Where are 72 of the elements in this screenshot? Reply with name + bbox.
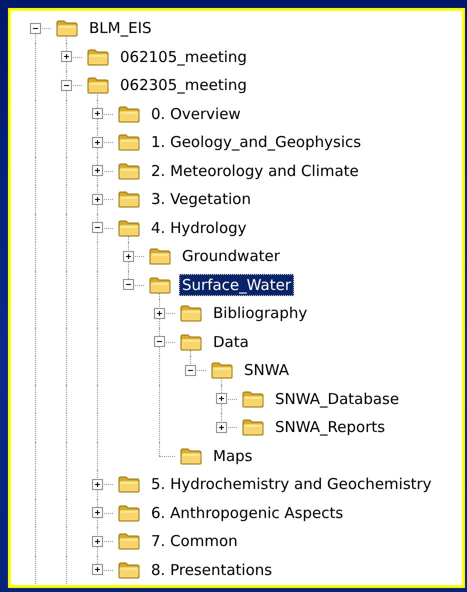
expand-toggle[interactable]	[92, 564, 103, 576]
expand-toggle[interactable]	[92, 536, 103, 547]
folder-icon	[87, 48, 109, 66]
tree-item[interactable]: 6. Anthropogenic Aspects	[148, 502, 346, 524]
plus-icon	[62, 52, 71, 62]
folder-icon	[118, 218, 140, 237]
expand-toggle[interactable]	[92, 507, 103, 518]
folder-icon	[118, 190, 140, 208]
tree-item[interactable]: Groundwater	[179, 245, 283, 268]
folder-icon	[211, 361, 233, 380]
tree-item[interactable]: Maps	[210, 444, 256, 467]
expand-toggle[interactable]	[92, 136, 103, 148]
folder-icon	[118, 560, 140, 579]
plus-icon	[217, 422, 226, 432]
tree-item[interactable]: SNWA	[241, 359, 292, 382]
folder-icon	[180, 446, 202, 465]
tree-item[interactable]: SNWA_Reports	[272, 416, 388, 438]
tree-item[interactable]: Surface_Water	[179, 274, 294, 296]
folder-icon	[242, 390, 264, 408]
expand-toggle[interactable]	[216, 393, 227, 404]
tree-item[interactable]: 3. Vegetation	[148, 188, 254, 210]
folder-icon	[118, 162, 140, 180]
plus-icon	[93, 194, 102, 204]
expand-toggle[interactable]	[61, 80, 72, 91]
tree-item[interactable]: 1. Geology_and_Geophysics	[148, 131, 364, 154]
tree-item[interactable]: 062305_meeting	[117, 74, 250, 96]
folder-icon	[56, 19, 78, 38]
tree-item[interactable]: 8. Presentations	[148, 558, 276, 581]
expand-toggle[interactable]	[154, 336, 165, 348]
folder-icon	[242, 418, 264, 436]
folder-icon	[118, 475, 140, 494]
expand-toggle[interactable]	[92, 478, 103, 490]
tree-item[interactable]: BLM_EIS	[86, 17, 155, 40]
tree-item[interactable]: 062105_meeting	[117, 46, 250, 68]
folder-icon	[180, 304, 202, 322]
expand-toggle[interactable]	[92, 108, 103, 120]
plus-icon	[93, 480, 102, 489]
folder-icon	[118, 504, 140, 522]
plus-icon	[124, 252, 133, 261]
expand-toggle[interactable]	[123, 250, 134, 262]
expand-toggle[interactable]	[154, 308, 165, 319]
plus-icon	[93, 109, 102, 118]
plus-icon	[93, 508, 102, 518]
tree-item[interactable]: 0. Overview	[148, 102, 244, 125]
plus-icon	[93, 536, 102, 546]
folder-icon	[118, 133, 140, 152]
expand-toggle[interactable]	[216, 422, 227, 433]
folder-icon	[87, 76, 109, 94]
plus-icon	[155, 308, 164, 318]
expand-toggle[interactable]	[185, 364, 196, 376]
plus-icon	[93, 166, 102, 176]
folder-icon	[180, 332, 202, 351]
plus-icon	[93, 565, 102, 574]
plus-icon	[217, 394, 226, 404]
tree-item[interactable]: 2. Meteorology and Climate	[148, 160, 362, 182]
plus-icon	[93, 138, 102, 147]
expand-toggle[interactable]	[92, 165, 103, 176]
expand-toggle[interactable]	[61, 51, 72, 62]
expand-toggle[interactable]	[92, 222, 103, 234]
tree-item[interactable]: 4. Hydrology	[148, 216, 250, 239]
expand-toggle[interactable]	[123, 279, 134, 290]
tree-item[interactable]: Bibliography	[210, 302, 310, 324]
expand-toggle[interactable]	[92, 194, 103, 205]
folder-icon	[118, 532, 140, 550]
tree-item[interactable]: 5. Hydrochemistry and Geochemistry	[148, 473, 435, 496]
expand-toggle[interactable]	[30, 22, 41, 34]
tree-item[interactable]: Data	[210, 330, 252, 353]
tree-item[interactable]: SNWA_Database	[272, 388, 402, 410]
folder-icon	[149, 247, 171, 266]
folder-icon	[118, 104, 140, 123]
folder-icon	[149, 276, 171, 294]
tree-item[interactable]: 7. Common	[148, 530, 241, 552]
